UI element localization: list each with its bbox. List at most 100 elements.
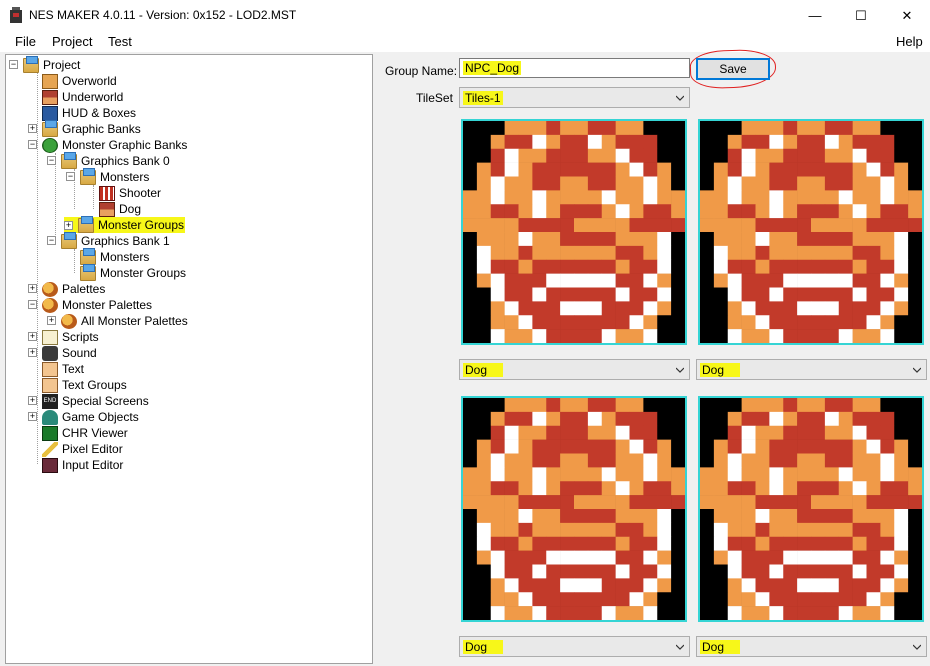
hud-icon bbox=[42, 105, 58, 121]
dog-sprite bbox=[463, 121, 685, 343]
save-button[interactable]: Save bbox=[696, 58, 770, 80]
tree-item-pixel-editor[interactable]: Pixel Editor bbox=[42, 441, 124, 457]
chr-viewer-icon bbox=[42, 425, 58, 441]
collapse-graphics-bank-1-icon[interactable]: − bbox=[47, 236, 56, 245]
expand-monster-groups-icon[interactable]: + bbox=[64, 220, 73, 230]
expand-scripts-icon[interactable]: + bbox=[28, 332, 37, 341]
monster-slot-1-value: Dog bbox=[463, 362, 503, 377]
tree-item-monster-groups-selected[interactable]: + Monster Groups bbox=[64, 215, 186, 233]
game-object-icon bbox=[42, 409, 58, 425]
folder-icon bbox=[80, 167, 96, 185]
expand-special-screens-icon[interactable]: + bbox=[28, 396, 37, 405]
sprite-preview bbox=[461, 396, 687, 622]
monster-slot-1-dropdown[interactable]: Dog bbox=[459, 359, 690, 380]
tree-line bbox=[74, 249, 75, 273]
folder-icon bbox=[61, 151, 77, 169]
monster-slot-4-value: Dog bbox=[700, 639, 740, 654]
tree-item-scripts[interactable]: Scripts bbox=[42, 329, 100, 345]
expand-graphic-banks-icon[interactable]: + bbox=[28, 124, 37, 133]
palette-icon bbox=[42, 281, 58, 297]
minimize-icon: — bbox=[808, 8, 822, 23]
chevron-down-icon bbox=[913, 367, 921, 373]
tree-item-special-screens[interactable]: END Special Screens bbox=[42, 393, 150, 409]
tree-line bbox=[55, 153, 56, 241]
tree-item-graphics-bank-1[interactable]: Graphics Bank 1 bbox=[61, 231, 171, 249]
expand-palettes-icon[interactable]: + bbox=[28, 284, 37, 293]
collapse-monster-palettes-icon[interactable]: − bbox=[28, 300, 37, 309]
close-button[interactable]: ✕ bbox=[884, 0, 930, 31]
collapse-monster-graphic-banks-icon[interactable]: − bbox=[28, 140, 37, 149]
tree-item-graphics-bank-0[interactable]: Graphics Bank 0 bbox=[61, 151, 171, 169]
tree-item-monster-palettes[interactable]: Monster Palettes bbox=[42, 297, 153, 313]
monster-slot-3-dropdown[interactable]: Dog bbox=[459, 636, 690, 657]
monster-slot-4-dropdown[interactable]: Dog bbox=[696, 636, 927, 657]
expand-sound-icon[interactable]: + bbox=[28, 348, 37, 357]
menu-file[interactable]: File bbox=[15, 34, 36, 49]
maximize-button[interactable]: ☐ bbox=[838, 0, 884, 31]
folder-icon bbox=[78, 215, 94, 233]
chevron-down-icon bbox=[676, 644, 684, 650]
folder-icon bbox=[42, 119, 58, 137]
tree-item-project[interactable]: Project bbox=[23, 55, 81, 73]
tree-item-overworld[interactable]: Overworld bbox=[42, 73, 118, 89]
close-icon: ✕ bbox=[901, 7, 913, 23]
tree-item-monsters[interactable]: Monsters bbox=[80, 167, 150, 185]
tree-item-chr-viewer[interactable]: CHR Viewer bbox=[42, 425, 129, 441]
expand-game-objects-icon[interactable]: + bbox=[28, 412, 37, 421]
menu-help[interactable]: Help bbox=[896, 34, 923, 49]
palette-icon bbox=[42, 297, 58, 313]
dog-sprite bbox=[700, 121, 922, 343]
tree-line bbox=[37, 73, 38, 464]
menu-project[interactable]: Project bbox=[52, 34, 92, 49]
tree-item-underworld[interactable]: Underworld bbox=[42, 89, 124, 105]
sprite-preview bbox=[461, 119, 687, 345]
monster-slot-2-dropdown[interactable]: Dog bbox=[696, 359, 927, 380]
tree-item-palettes[interactable]: Palettes bbox=[42, 281, 106, 297]
monster-icon bbox=[42, 137, 58, 153]
text-groups-icon bbox=[42, 377, 58, 393]
tree-item-text[interactable]: Text bbox=[42, 361, 85, 377]
tree-item-shooter[interactable]: Shooter bbox=[99, 185, 162, 201]
collapse-project-icon[interactable]: − bbox=[9, 60, 18, 69]
tree-item-sound[interactable]: Sound bbox=[42, 345, 98, 361]
monster-slot-2-value: Dog bbox=[700, 362, 740, 377]
chevron-down-icon bbox=[676, 367, 684, 373]
chevron-down-icon bbox=[676, 95, 684, 101]
folder-icon bbox=[23, 55, 39, 73]
menu-bar: File Project Test Help bbox=[0, 31, 930, 52]
group-name-value: NPC_Dog bbox=[463, 61, 522, 75]
folder-icon bbox=[80, 247, 96, 265]
collapse-graphics-bank-0-icon[interactable]: − bbox=[47, 156, 56, 165]
monster-slot-3-value: Dog bbox=[463, 639, 503, 654]
tree-item-input-editor[interactable]: Input Editor bbox=[42, 457, 124, 473]
menu-test[interactable]: Test bbox=[108, 34, 132, 49]
maximize-icon: ☐ bbox=[855, 7, 867, 23]
tree-item-monster-groups-bank-1[interactable]: Monster Groups bbox=[80, 263, 187, 281]
speaker-icon bbox=[42, 345, 58, 361]
folder-icon bbox=[61, 231, 77, 249]
overworld-icon bbox=[42, 73, 58, 89]
expand-all-monster-palettes-icon[interactable]: + bbox=[47, 316, 56, 325]
underworld-icon bbox=[42, 89, 58, 105]
end-screen-icon: END bbox=[42, 393, 58, 409]
tree-item-graphic-banks[interactable]: Graphic Banks bbox=[42, 119, 142, 137]
pencil-icon bbox=[42, 441, 58, 457]
tileset-value: Tiles-1 bbox=[463, 90, 503, 105]
folder-icon bbox=[80, 263, 96, 281]
tileset-dropdown[interactable]: Tiles-1 bbox=[459, 87, 690, 108]
chevron-down-icon bbox=[913, 644, 921, 650]
tree-item-text-groups[interactable]: Text Groups bbox=[42, 377, 128, 393]
minimize-button[interactable]: — bbox=[792, 0, 838, 31]
project-tree[interactable]: − Project Overworld Underworld HUD & Box… bbox=[5, 54, 373, 664]
tree-item-game-objects[interactable]: Game Objects bbox=[42, 409, 140, 425]
dog-sprite bbox=[700, 398, 922, 620]
palette-icon bbox=[61, 313, 77, 329]
sprite-preview bbox=[698, 396, 924, 622]
dog-sprite-icon bbox=[99, 201, 115, 217]
tree-line bbox=[93, 185, 94, 209]
tree-item-all-monster-palettes[interactable]: All Monster Palettes bbox=[61, 313, 189, 329]
shooter-sprite-icon bbox=[99, 185, 115, 201]
group-name-input[interactable]: NPC_Dog bbox=[459, 58, 690, 78]
collapse-monsters-icon[interactable]: − bbox=[66, 172, 75, 181]
tree-item-dog[interactable]: Dog bbox=[99, 201, 142, 217]
